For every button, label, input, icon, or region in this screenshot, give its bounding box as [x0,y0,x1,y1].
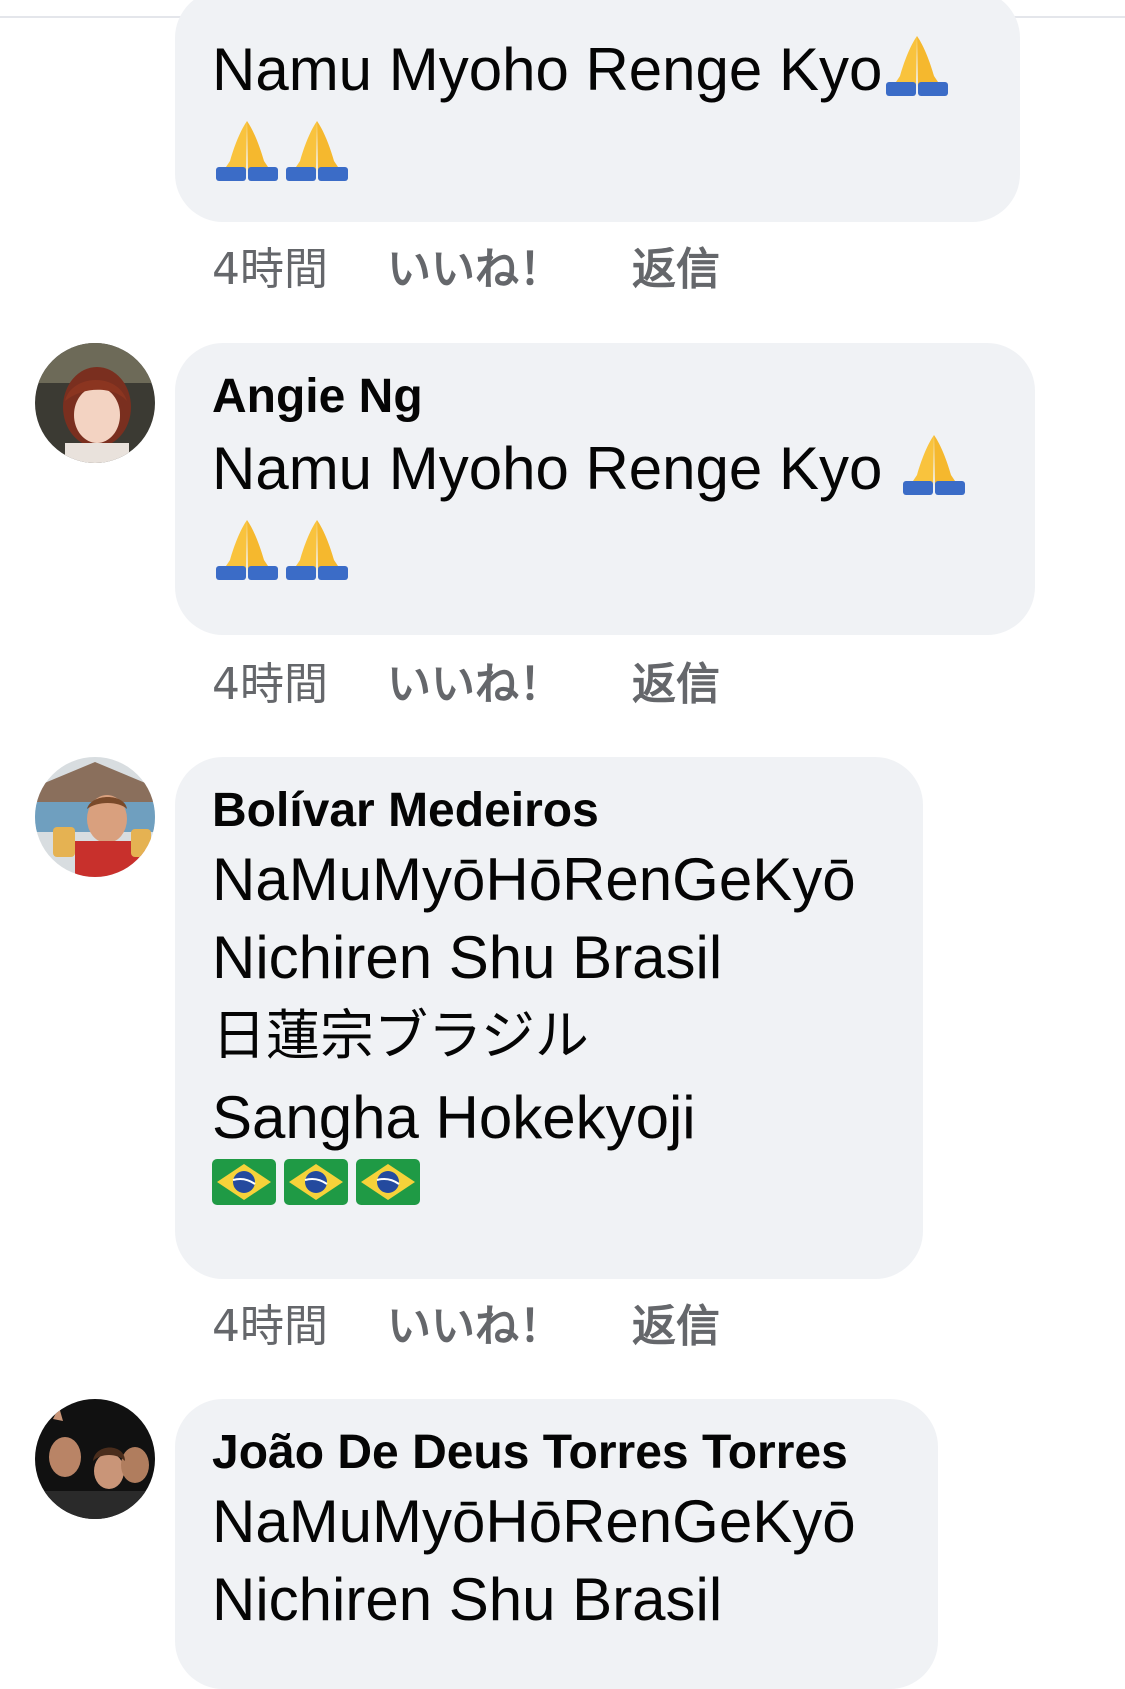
brazil-flag-icon [284,1159,348,1205]
comment-text: Nichiren Shu Brasil [212,1566,723,1633]
emoji-row [212,113,984,193]
reply-button[interactable]: 返信 [632,655,720,715]
comment-author[interactable]: Angie Ng [212,367,999,427]
comment-text: Namu Myoho Renge Kyo [212,435,900,502]
comment-text: Sangha Hokekyoji [212,1084,696,1151]
folded-hands-icon [282,113,352,183]
comment-author[interactable]: João De Deus Torres Torres [212,1423,902,1483]
comment-timestamp[interactable]: 4時間 [212,655,387,715]
comment-timestamp[interactable]: 4時間 [212,240,387,300]
comment-actions: 4時間 いいね！ 返信 [212,240,720,300]
avatar[interactable] [35,1399,155,1519]
comment-text: Nichiren Shu Brasil [212,924,723,991]
comment-bubble[interactable]: Angie Ng Namu Myoho Renge Kyo [175,343,1035,635]
like-button[interactable]: いいね！ [387,240,632,300]
avatar[interactable] [35,757,155,877]
comment-actions: 4時間 いいね！ 返信 [212,655,720,715]
comment-bubble[interactable]: Bolívar Medeiros NaMuMyōHōRenGeKyō Nichi… [175,757,923,1279]
comment-bubble[interactable]: Namu Myoho Renge Kyo [175,0,1020,222]
like-button[interactable]: いいね！ [387,1297,632,1357]
like-button[interactable]: いいね！ [387,655,632,715]
emoji-row [212,1159,887,1239]
comment-text: NaMuMyōHōRenGeKyō [212,846,856,913]
comment-author[interactable]: Bolívar Medeiros [212,781,887,841]
folded-hands-icon [882,28,952,98]
comment-timestamp[interactable]: 4時間 [212,1297,387,1357]
brazil-flag-icon [356,1159,420,1205]
brazil-flag-icon [212,1159,276,1205]
avatar[interactable] [35,343,155,463]
comment-text: NaMuMyōHōRenGeKyō [212,1488,856,1555]
comment-text: Namu Myoho Renge Kyo [212,36,883,103]
folded-hands-icon [212,512,282,582]
folded-hands-icon [282,512,352,582]
comment-actions: 4時間 いいね！ 返信 [212,1297,720,1357]
reply-button[interactable]: 返信 [632,1297,720,1357]
emoji-row [212,512,999,592]
folded-hands-icon [899,427,969,497]
comment-text: 日蓮宗ブラジル [212,1004,589,1067]
comment-bubble[interactable]: João De Deus Torres Torres NaMuMyōHōRenG… [175,1399,938,1689]
folded-hands-icon [212,113,282,183]
reply-button[interactable]: 返信 [632,240,720,300]
